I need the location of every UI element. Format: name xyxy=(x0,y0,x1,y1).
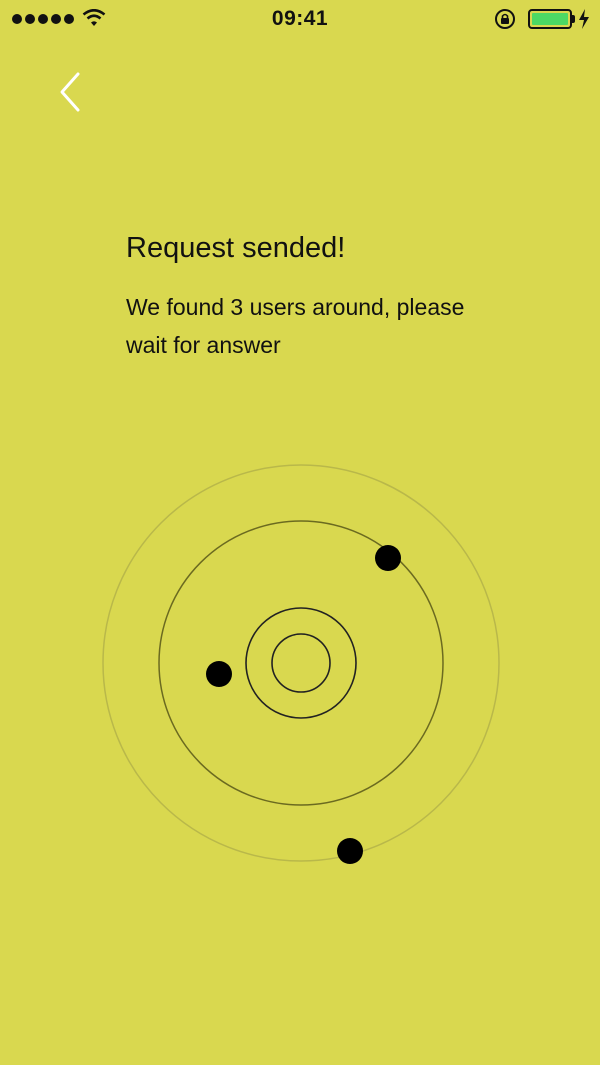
radar-ring-center xyxy=(271,633,331,693)
radar-ring-large xyxy=(158,520,444,806)
charging-bolt-icon xyxy=(579,9,589,29)
orientation-lock-icon xyxy=(495,9,515,29)
battery-level xyxy=(532,13,568,25)
user-dot xyxy=(337,838,363,864)
radar-graphic xyxy=(102,464,500,864)
user-dot xyxy=(375,545,401,571)
page-title: Request sended! xyxy=(126,232,346,264)
battery-icon xyxy=(528,9,572,29)
battery-tip xyxy=(572,15,575,23)
radar-ring-outer xyxy=(102,464,500,862)
back-button[interactable] xyxy=(52,68,92,116)
radar-ring-middle xyxy=(245,607,357,719)
chevron-left-icon xyxy=(60,72,80,112)
status-message: We found 3 users around, please wait for… xyxy=(126,294,465,358)
status-bar: 09:41 xyxy=(0,0,600,40)
user-dot xyxy=(206,661,232,687)
